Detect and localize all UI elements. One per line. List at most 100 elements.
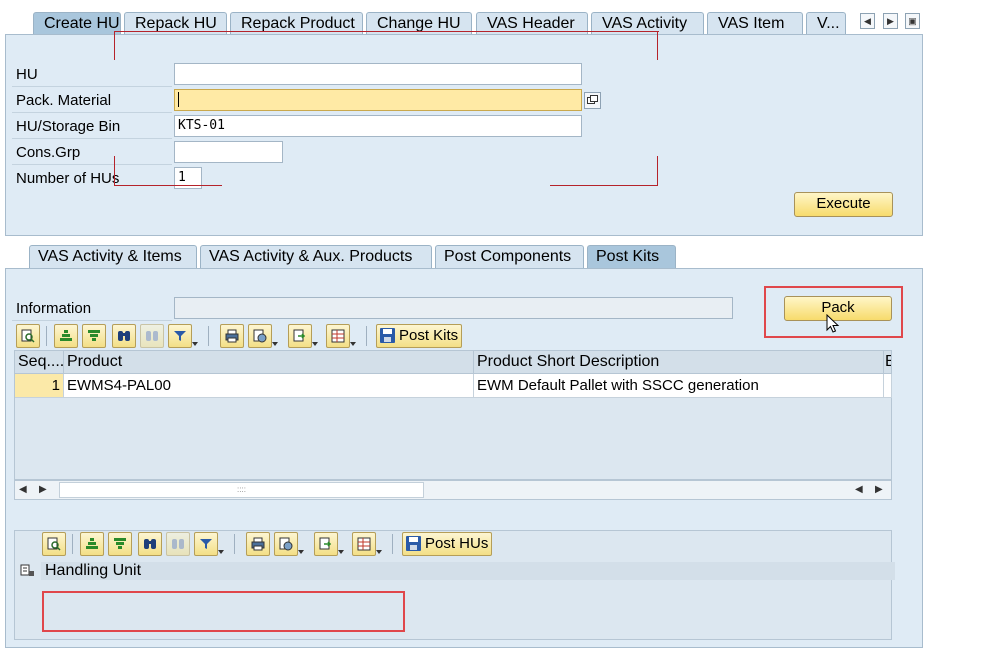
information-field [174, 297, 733, 319]
tab-vas-activity-aux-products[interactable]: VAS Activity & Aux. Products [200, 245, 432, 268]
tab-post-kits[interactable]: Post Kits [587, 245, 676, 268]
hu-highlight-box [42, 591, 405, 632]
column-header-product[interactable]: Product [64, 351, 474, 374]
export-icon[interactable] [314, 532, 344, 556]
hu-toolbar: Post HUs [42, 532, 502, 556]
toolbar-separator [234, 534, 235, 554]
details-icon[interactable] [16, 324, 40, 348]
layout-icon[interactable] [326, 324, 356, 348]
sort-descending-icon[interactable] [82, 324, 106, 348]
sort-ascending-icon[interactable] [80, 532, 104, 556]
tab-vas-activity-items[interactable]: VAS Activity & Items [29, 245, 197, 268]
information-label: Information [16, 300, 92, 317]
views-icon[interactable] [274, 532, 304, 556]
find-next-icon[interactable] [140, 324, 164, 348]
save-icon [380, 328, 395, 343]
storage-bin-label: HU/Storage Bin [16, 118, 121, 135]
cell-product[interactable]: EWMS4-PAL00 [64, 374, 474, 398]
filter-icon[interactable] [168, 324, 198, 348]
toolbar-separator [46, 326, 47, 346]
tab-list-icon[interactable]: ▣ [905, 13, 920, 29]
toolbar-separator [208, 326, 209, 346]
post-kits-label: Post Kits [399, 327, 459, 344]
scroll-thumb[interactable]: :::: [59, 482, 424, 498]
hu-column-header[interactable]: Handling Unit [41, 562, 895, 580]
product-toolbar: Post Kits [16, 324, 476, 348]
tree-column-icon[interactable] [20, 563, 35, 578]
tab-scroll-right-icon[interactable]: ▶ [883, 13, 898, 29]
print-icon[interactable] [220, 324, 244, 348]
cell-description[interactable]: EWM Default Pallet with SSCC generation [474, 374, 884, 398]
scroll-right-end-icon[interactable]: ▶ [875, 484, 883, 495]
mouse-cursor-icon [826, 314, 840, 333]
tab-label: V... [817, 15, 840, 32]
post-hus-label: Post HUs [425, 535, 489, 552]
tab-label: VAS Activity & Items [38, 248, 182, 265]
horizontal-scrollbar[interactable]: ◀ ▶ :::: ◀ ▶ [14, 480, 892, 500]
filter-icon[interactable] [194, 532, 224, 556]
cons-grp-input[interactable] [174, 141, 283, 163]
guide-line [114, 185, 222, 186]
export-icon[interactable] [288, 324, 318, 348]
hu-label: HU [16, 66, 38, 83]
sort-descending-icon[interactable] [108, 532, 132, 556]
cell-b[interactable] [884, 374, 892, 398]
hu-tree-header: Handling Unit [15, 560, 895, 582]
find-next-icon[interactable] [166, 532, 190, 556]
column-header-seq[interactable]: Seq.... [15, 351, 64, 374]
toolbar-separator [366, 326, 367, 346]
hu-input[interactable] [174, 63, 582, 85]
column-header-description[interactable]: Product Short Description [474, 351, 884, 374]
tab-label: VAS Activity [602, 15, 688, 32]
guide-line [657, 31, 658, 60]
divider [12, 138, 172, 139]
value-help-icon[interactable] [584, 92, 601, 109]
guide-line [657, 156, 658, 186]
tab-more[interactable]: V... [806, 12, 846, 35]
tab-label: Repack Product [241, 15, 355, 32]
tab-label: VAS Item [718, 15, 785, 32]
execute-button[interactable]: Execute [794, 192, 893, 217]
guide-line [114, 31, 115, 60]
tab-label: Post Kits [596, 248, 660, 265]
column-header-b[interactable]: B [884, 351, 892, 374]
cell-seq[interactable]: 1 [15, 374, 64, 398]
tab-label: Change HU [377, 15, 461, 32]
find-icon[interactable] [112, 324, 136, 348]
post-kits-button[interactable]: Post Kits [376, 324, 463, 348]
tab-post-components[interactable]: Post Components [435, 245, 584, 268]
tab-label: Create HU [44, 15, 120, 32]
tab-vas-item[interactable]: VAS Item [707, 12, 803, 35]
tab-create-hu[interactable]: Create HU [33, 12, 121, 36]
tab-label: VAS Activity & Aux. Products [209, 248, 413, 265]
tab-scroll-left-icon[interactable]: ◀ [860, 13, 875, 29]
save-icon [406, 536, 421, 551]
guide-line [114, 31, 659, 32]
scroll-right-icon[interactable]: ▶ [39, 484, 47, 495]
cons-grp-label: Cons.Grp [16, 144, 81, 161]
layout-icon[interactable] [352, 532, 382, 556]
guide-line [114, 156, 115, 186]
divider [12, 164, 172, 165]
toolbar-separator [72, 534, 73, 554]
post-hus-button[interactable]: Post HUs [402, 532, 493, 556]
find-icon[interactable] [138, 532, 162, 556]
views-icon[interactable] [248, 324, 278, 348]
tab-label: Repack HU [135, 15, 217, 32]
pack-material-input[interactable] [174, 89, 582, 111]
details-icon[interactable] [42, 532, 66, 556]
scroll-left-icon[interactable]: ◀ [19, 484, 27, 495]
scroll-left-end-icon[interactable]: ◀ [855, 484, 863, 495]
print-icon[interactable] [246, 532, 270, 556]
text-cursor [178, 92, 179, 107]
tab-label: VAS Header [487, 15, 575, 32]
num-hus-label: Number of HUs [16, 170, 120, 187]
sort-ascending-icon[interactable] [54, 324, 78, 348]
divider [12, 112, 172, 113]
pack-material-label: Pack. Material [16, 92, 112, 109]
toolbar-separator [392, 534, 393, 554]
tab-label: Post Components [444, 248, 572, 265]
divider [12, 320, 172, 321]
divider [12, 86, 172, 87]
storage-bin-input[interactable]: KTS-01 [174, 115, 582, 137]
